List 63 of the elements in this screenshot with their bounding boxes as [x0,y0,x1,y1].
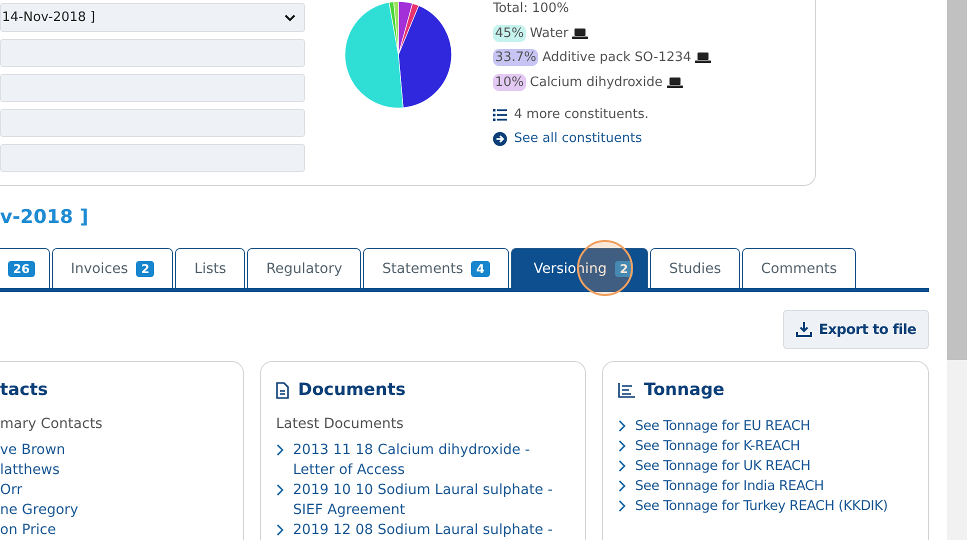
laptop-icon [572,28,588,39]
tab[interactable]: Statements 4 [363,248,509,288]
laptop-icon [695,52,712,64]
list-icon [493,108,507,120]
contact-link[interactable]: ne Gregory [0,500,228,520]
count-badge: 2 [614,260,634,276]
input-field[interactable] [0,109,305,137]
chevron-right-icon [618,500,626,512]
chevron-right-icon [618,460,626,472]
percent-tag: 10% [493,74,526,91]
document-icon [276,382,289,398]
total-label: Total: 100% [493,1,570,18]
laptop-icon [666,76,683,88]
input-field[interactable] [0,39,305,67]
tab[interactable]: Lists [175,248,246,288]
tab[interactable]: Studies [650,248,740,288]
section-heading: v-2018 ] [0,206,90,230]
more-constituents-text: 4 more constituents. [514,107,649,122]
contact-link[interactable]: Orr [0,480,228,500]
input-field[interactable] [0,74,305,102]
card-subtitle: mary Contacts [0,416,104,434]
contact-link[interactable]: latthews [0,460,228,480]
chevron-right-icon [276,484,284,496]
contact-link[interactable]: ve Brown [0,440,228,460]
tonnage-link[interactable]: See Tonnage for K-REACH [635,436,800,456]
tonnage-link[interactable]: See Tonnage for UK REACH [635,456,810,476]
chevron-right-icon [618,420,626,432]
constituent-name: Calcium dihydroxide [530,74,663,90]
download-icon [796,322,812,337]
tab[interactable]: Comments [742,248,856,288]
card-title: tacts [0,380,48,400]
percent-tag: 45% [493,24,526,42]
chevron-right-icon [276,444,284,456]
tab[interactable]: Invoices 2 [52,248,174,288]
input-field[interactable] [0,144,305,172]
see-all-constituents-link[interactable]: See all constituents [514,131,642,146]
count-badge: 26 [8,260,35,276]
count-badge: 2 [136,260,154,276]
contact-link[interactable]: on Price [0,520,228,540]
chart-bars-icon [618,382,635,398]
document-link[interactable]: 2013 11 18 Calcium dihydroxide - Letter of Access [293,440,553,480]
chevron-right-icon [618,480,626,492]
chevron-down-icon [284,14,296,22]
chevron-right-icon [276,524,284,536]
percent-tag: 33.7% [493,49,538,66]
scrollbar-thumb[interactable] [947,0,967,360]
tab[interactable]: 26 [0,248,50,288]
card-subtitle: Latest Documents [276,416,405,434]
constituent-name: Additive pack SO-1234 [542,50,692,66]
card-title: Documents [298,380,406,400]
card-title: Tonnage [644,380,724,400]
tab[interactable]: Regulatory [247,248,362,288]
arrow-circle-right-icon [493,132,507,146]
constituent-name: Water [530,26,568,41]
tonnage-link[interactable]: See Tonnage for Turkey REACH (KKDIK) [635,496,888,516]
document-link[interactable]: 2019 12 08 Sodium Laural sulphate - [293,520,553,540]
export-button[interactable]: Export to file [783,310,929,349]
tonnage-link[interactable]: See Tonnage for India REACH [635,476,824,496]
chevron-right-icon [618,440,626,452]
count-badge: 4 [471,260,490,276]
date-select[interactable]: 14-Nov-2018 ] [0,3,305,32]
tonnage-link[interactable]: See Tonnage for EU REACH [635,416,810,436]
document-link[interactable]: 2019 10 10 Sodium Laural sulphate - SIEF Agreement [293,480,553,520]
